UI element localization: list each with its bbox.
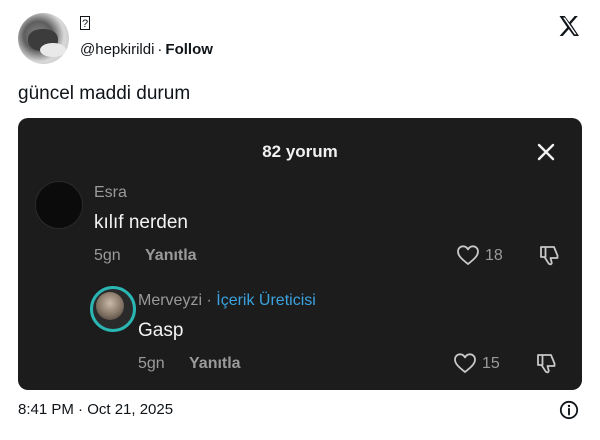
reply-username[interactable]: Merveyzi (138, 292, 202, 309)
avatar-highlight-shape (40, 43, 66, 57)
reply-text: Gasp (138, 320, 184, 341)
handle-row: @hepkirildi · Follow (80, 41, 213, 58)
reply-separator: · (206, 292, 212, 309)
comments-count-title: 82 yorum (262, 142, 338, 161)
dislike-icon[interactable] (538, 243, 562, 267)
reply-reply-button[interactable]: Yanıtla (189, 355, 241, 373)
follow-link[interactable]: Follow (165, 41, 213, 58)
reply-age: 5gn (138, 355, 165, 372)
reply-like-count: 15 (482, 355, 500, 372)
heart-icon[interactable] (456, 244, 480, 266)
info-icon[interactable] (559, 400, 579, 420)
close-icon[interactable] (535, 141, 557, 163)
reply-avatar[interactable] (90, 286, 136, 332)
dislike-icon[interactable] (535, 351, 559, 375)
comment-text: kılıf nerden (94, 212, 188, 233)
comment-age: 5gn (94, 247, 121, 264)
reply-button[interactable]: Yanıtla (145, 247, 197, 265)
tweet-timestamp[interactable]: 8:41 PM · Oct 21, 2025 (18, 401, 173, 418)
reply-username-row: Merveyzi · İçerik Üreticisi (138, 292, 316, 310)
like-count: 18 (485, 247, 503, 264)
user-handle[interactable]: @hepkirildi (80, 41, 154, 58)
display-name[interactable]: ? (80, 16, 90, 30)
reply-avatar-photo-shape (96, 292, 124, 320)
comment-avatar[interactable] (35, 181, 83, 229)
handle-separator: · (157, 41, 163, 58)
comment-username[interactable]: Esra (94, 184, 127, 202)
tweet-text: güncel maddi durum (18, 83, 191, 104)
comments-screenshot-card: 82 yorum Esra kılıf nerden 5gn Yanıtla 1… (18, 118, 582, 390)
x-logo-icon[interactable] (557, 14, 581, 38)
creator-badge: İçerik Üreticisi (216, 292, 316, 309)
heart-icon[interactable] (453, 352, 477, 374)
profile-avatar[interactable] (18, 13, 69, 64)
